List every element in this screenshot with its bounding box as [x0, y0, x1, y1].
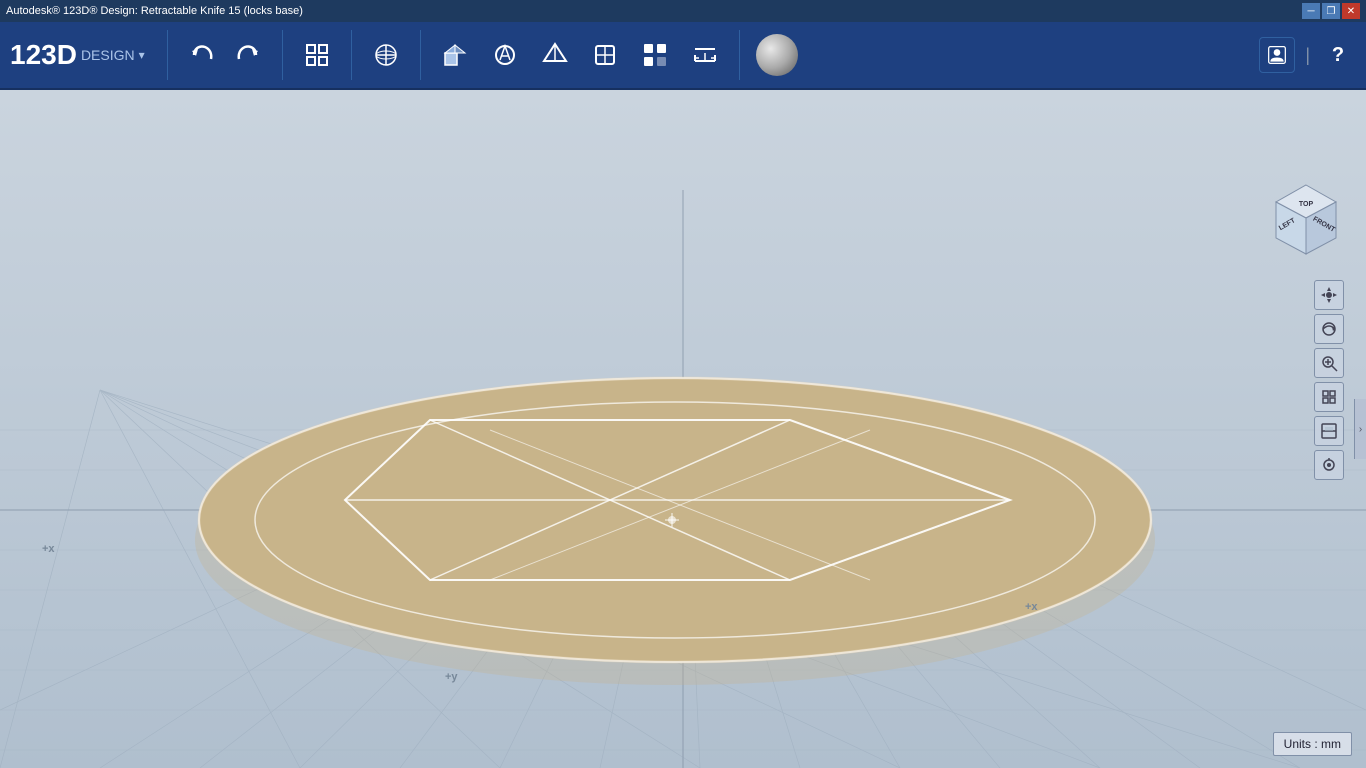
titlebar: Autodesk® 123D® Design: Retractable Knif…: [0, 0, 1366, 22]
construct-button[interactable]: [533, 29, 577, 81]
chevron-right-icon: ›: [1359, 424, 1362, 435]
logo-area: 123D DESIGN ▾: [10, 39, 145, 71]
undo-redo-group: [180, 29, 270, 81]
help-icon: ?: [1332, 44, 1344, 67]
nav-cube[interactable]: TOP FRONT LEFT: [1266, 180, 1346, 260]
svg-text:TOP: TOP: [1299, 201, 1314, 208]
orbit-icon: [1320, 320, 1338, 338]
material-ball[interactable]: [756, 34, 798, 76]
pattern-icon: [641, 41, 669, 69]
primitives-icon: [441, 41, 469, 69]
svg-text:+x: +x: [1025, 601, 1038, 613]
account-icon: [1267, 45, 1287, 65]
toolbar-divider-5: [739, 30, 740, 80]
toolbar-divider-2: [282, 30, 283, 80]
titlebar-title: Autodesk® 123D® Design: Retractable Knif…: [6, 5, 303, 17]
toolbar-divider-1: [167, 30, 168, 80]
section-icon: [1320, 422, 1338, 440]
toolbar: 123D DESIGN ▾: [0, 22, 1366, 90]
zoom-icon: [1320, 354, 1338, 372]
redo-icon: [234, 41, 262, 69]
undo-icon: [188, 41, 216, 69]
logo-design-text: DESIGN: [81, 47, 135, 63]
measure-button[interactable]: [683, 29, 727, 81]
camera-icon: [1320, 456, 1338, 474]
redo-button[interactable]: [226, 29, 270, 81]
right-panel-handle[interactable]: ›: [1354, 399, 1366, 459]
viewport[interactable]: +x +x +y TOP FRONT LEFT: [0, 90, 1366, 768]
pan-icon: [1320, 286, 1338, 304]
grid-canvas: +x +x +y: [0, 90, 1366, 768]
minimize-button[interactable]: ─: [1302, 3, 1320, 19]
svg-text:+x: +x: [42, 543, 55, 555]
account-button[interactable]: [1259, 37, 1295, 73]
units-label[interactable]: Units : mm: [1273, 732, 1352, 756]
fit-all-icon: [303, 41, 331, 69]
fit-view-icon: [1320, 388, 1338, 406]
close-button[interactable]: ✕: [1342, 3, 1360, 19]
construct-icon: [541, 41, 569, 69]
pattern-button[interactable]: [633, 29, 677, 81]
zoom-button[interactable]: [1314, 348, 1344, 378]
transform-button[interactable]: [364, 29, 408, 81]
restore-button[interactable]: ❐: [1322, 3, 1340, 19]
view-controls-panel: [1314, 280, 1344, 480]
logo-dropdown-arrow[interactable]: ▾: [139, 48, 145, 62]
modify-icon: [591, 41, 619, 69]
toolbar-divider-3: [351, 30, 352, 80]
logo-text: 123D: [10, 39, 77, 71]
help-button[interactable]: ?: [1320, 37, 1356, 73]
sketch-button[interactable]: [483, 29, 527, 81]
toolbar-separator: |: [1305, 45, 1310, 66]
toolbar-divider-4: [420, 30, 421, 80]
measure-icon: [691, 41, 719, 69]
modify-button[interactable]: [583, 29, 627, 81]
camera-button[interactable]: [1314, 450, 1344, 480]
primitives-button[interactable]: [433, 29, 477, 81]
titlebar-controls: ─ ❐ ✕: [1302, 3, 1360, 19]
svg-text:+y: +y: [445, 671, 458, 683]
orbit-button[interactable]: [1314, 314, 1344, 344]
transform-icon: [372, 41, 400, 69]
pan-button[interactable]: [1314, 280, 1344, 310]
fit-view-button[interactable]: [1314, 382, 1344, 412]
undo-button[interactable]: [180, 29, 224, 81]
nav-cube-svg: TOP FRONT LEFT: [1266, 180, 1346, 260]
fit-all-button[interactable]: [295, 29, 339, 81]
section-button[interactable]: [1314, 416, 1344, 446]
sketch-icon: [491, 41, 519, 69]
